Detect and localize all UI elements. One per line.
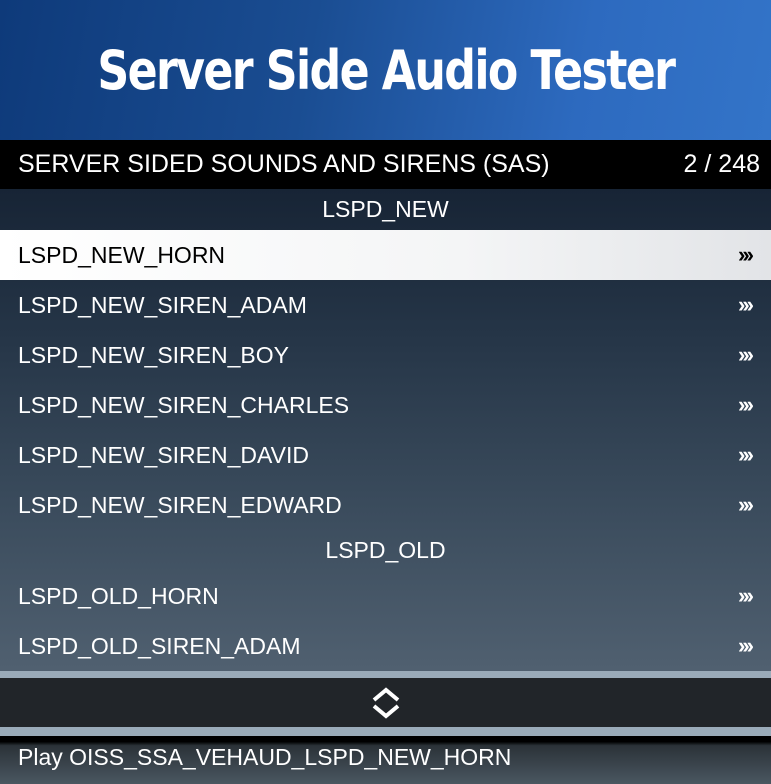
submenu-arrow-icon: ›››: [738, 633, 754, 658]
menu-list: LSPD_NEW LSPD_NEW_HORN ››› LSPD_NEW_SIREN…: [0, 189, 771, 671]
menu-item-lspd-old-siren-adam[interactable]: LSPD_OLD_SIREN_ADAM ›››: [0, 621, 771, 671]
scroll-navigation[interactable]: [0, 678, 771, 727]
menu-item-label: LSPD_OLD_SIREN_ADAM: [18, 632, 301, 659]
menu-item-label: LSPD_OLD_HORN: [18, 582, 219, 609]
submenu-arrow-icon: ›››: [738, 242, 754, 267]
submenu-arrow-icon: ›››: [738, 392, 754, 417]
section-header-lspd-new: LSPD_NEW: [322, 196, 449, 222]
menu-item-lspd-new-siren-charles[interactable]: LSPD_NEW_SIREN_CHARLES ›››: [0, 380, 771, 430]
item-description: Play OISS_SSA_VEHAUD_LSPD_NEW_HORN: [0, 736, 771, 784]
menu-subtitle-bar: SERVER SIDED SOUNDS AND SIRENS (SAS) 2 /…: [0, 140, 771, 189]
menu-item-lspd-new-siren-david[interactable]: LSPD_NEW_SIREN_DAVID ›››: [0, 430, 771, 480]
menu-item-label: LSPD_NEW_SIREN_ADAM: [18, 291, 307, 318]
menu-item-label: LSPD_NEW_SIREN_DAVID: [18, 441, 309, 468]
submenu-arrow-icon: ›››: [738, 492, 754, 517]
menu-banner: Server Side Audio Tester: [0, 0, 771, 140]
menu-item-label: LSPD_NEW_SIREN_CHARLES: [18, 391, 350, 418]
up-down-chevron-icon: [372, 686, 399, 719]
menu-item-lspd-new-horn[interactable]: LSPD_NEW_HORN ›››: [0, 230, 771, 280]
menu-item-label: LSPD_NEW_SIREN_EDWARD: [18, 491, 342, 518]
audio-tester-menu: Server Side Audio Tester SERVER SIDED SO…: [0, 0, 771, 784]
section-header-lspd-old: LSPD_OLD: [325, 537, 446, 563]
item-counter: 2 / 248: [683, 150, 760, 178]
menu-title: Server Side Audio Tester: [96, 38, 676, 102]
menu-item-lspd-new-siren-adam[interactable]: LSPD_NEW_SIREN_ADAM ›››: [0, 280, 771, 330]
submenu-arrow-icon: ›››: [738, 342, 754, 367]
submenu-arrow-icon: ›››: [738, 583, 754, 608]
menu-item-lspd-old-horn[interactable]: LSPD_OLD_HORN ›››: [0, 571, 771, 621]
menu-item-label: LSPD_NEW_SIREN_BOY: [18, 341, 289, 368]
menu-item-lspd-new-siren-edward[interactable]: LSPD_NEW_SIREN_EDWARD ›››: [0, 480, 771, 530]
menu-item-lspd-new-siren-boy[interactable]: LSPD_NEW_SIREN_BOY ›››: [0, 330, 771, 380]
submenu-arrow-icon: ›››: [738, 292, 754, 317]
menu-item-label: LSPD_NEW_HORN: [18, 241, 226, 268]
submenu-arrow-icon: ›››: [738, 442, 754, 467]
divider: [0, 671, 771, 678]
divider: [0, 727, 771, 736]
subtitle-label: SERVER SIDED SOUNDS AND SIRENS (SAS): [18, 150, 550, 178]
